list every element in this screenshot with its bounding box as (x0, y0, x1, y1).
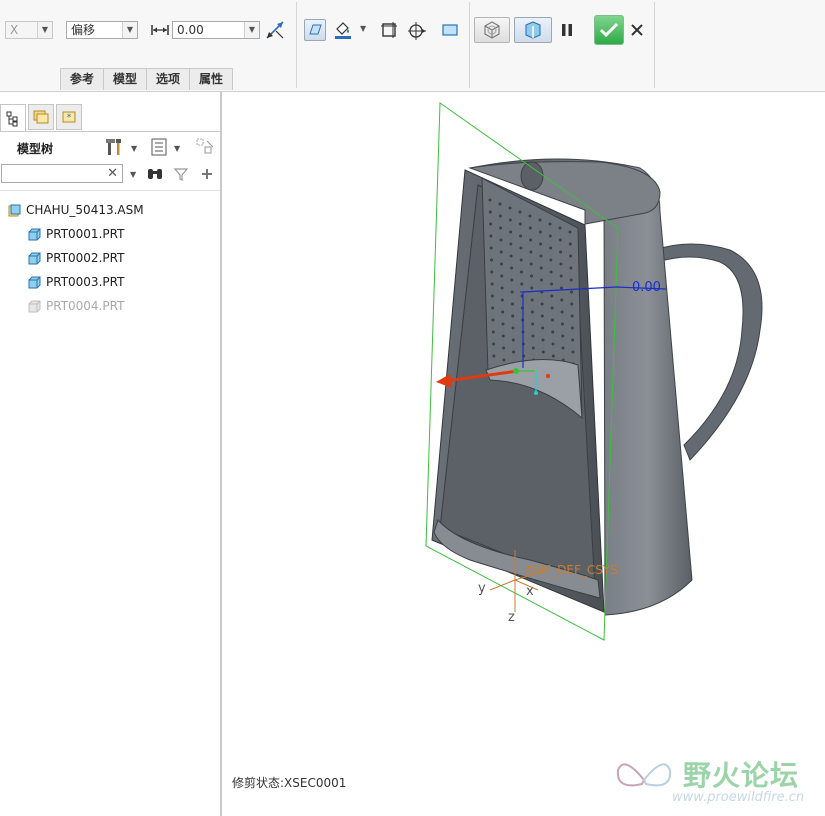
tree-item-label: PRT0004.PRT (46, 299, 125, 313)
model-canvas (425, 102, 763, 641)
csys-label: ASM_DEF_CSYS (525, 563, 618, 577)
toolbar-separator (296, 2, 297, 88)
tab-model-tree[interactable] (0, 104, 26, 132)
svg-text:*: * (67, 113, 72, 123)
assembly-icon (8, 204, 21, 216)
triad-point (534, 391, 538, 395)
tree-item-part-suppressed[interactable]: PRT0004.PRT (28, 297, 124, 315)
status-message: 修剪状态:XSEC0001 (232, 776, 347, 790)
toolbar-separator (654, 2, 655, 88)
folder-icon (33, 110, 49, 124)
flip-direction-icon[interactable] (264, 19, 286, 41)
chevron-down-icon: ▼ (122, 22, 137, 38)
cap-surface-icon[interactable] (304, 19, 326, 41)
tree-item-label: PRT0001.PRT (46, 227, 125, 241)
butterfly-logo (616, 763, 672, 787)
offset-value-input[interactable]: 0.00 ▼ (172, 21, 260, 39)
chevron-down-icon: ▼ (244, 22, 259, 38)
dashboard-tabs: 参考 模型 选项 属性 (60, 68, 234, 90)
tree-search-input[interactable]: ✕ (1, 164, 123, 183)
tree-item-label: CHAHU_50413.ASM (26, 203, 144, 217)
offset-value-text: 0.00 (177, 23, 204, 37)
toolbar-separator (469, 2, 470, 88)
drag-arrow-head (436, 374, 452, 388)
filter-icon[interactable] (170, 163, 192, 185)
part-icon (28, 228, 41, 240)
tree-columns-icon[interactable] (194, 136, 216, 158)
tree-item-part[interactable]: PRT0001.PRT (28, 225, 124, 243)
panel-tab-divider (0, 131, 220, 132)
chevron-down-icon[interactable]: ▼ (130, 170, 136, 179)
tab-model[interactable]: 模型 (103, 68, 148, 90)
chevron-down-icon[interactable]: ▼ (360, 24, 366, 33)
feature-preview-icon[interactable] (514, 17, 552, 43)
cancel-close-icon[interactable] (626, 19, 648, 41)
add-plus-icon[interactable] (196, 163, 218, 185)
preview-window-icon[interactable] (439, 19, 461, 41)
csys-axis-z-label: z (508, 610, 515, 625)
confirm-check-icon[interactable] (594, 15, 624, 45)
axis-select-value: X (10, 23, 19, 37)
tree-item-part[interactable]: PRT0002.PRT (28, 249, 124, 267)
offset-distance-icon (149, 19, 171, 41)
tab-folder-browser[interactable] (28, 104, 54, 130)
tab-references[interactable]: 参考 (60, 68, 105, 90)
csys-axis-x-label: x (526, 584, 534, 599)
tree-divider (0, 190, 220, 191)
tab-options[interactable]: 选项 (146, 68, 191, 90)
hatch-pattern-icon[interactable] (378, 19, 400, 41)
show-list-icon[interactable] (148, 136, 170, 158)
model-tree-title: 模型树 (17, 142, 54, 156)
chevron-down-icon: ▼ (37, 22, 52, 38)
model-tree-icon (6, 111, 18, 126)
clear-search-icon[interactable]: ✕ (107, 165, 118, 182)
dimension-value-label[interactable]: 0.00 (632, 280, 661, 295)
tree-item-label: PRT0002.PRT (46, 251, 125, 265)
type-select-value: 偏移 (71, 23, 96, 37)
lid-knob (520, 161, 544, 191)
tab-properties[interactable]: 属性 (189, 68, 234, 90)
chevron-down-icon[interactable]: ▼ (174, 144, 180, 153)
watermark-url: www.proewildfire.cn (672, 790, 805, 805)
part-icon (28, 276, 41, 288)
pause-icon[interactable] (556, 19, 578, 41)
dashboard-toolbar: X ▼ 偏移 ▼ 0.00 ▼ ▼ 参考 模型 选项 属性 (0, 0, 825, 92)
navigator-panel: * 模型树 ▼ ▼ ✕ ▼ CHAHU_50413.ASM PRT0001.PR… (0, 92, 222, 816)
part-icon (28, 252, 41, 264)
watermark-title: 野火论坛 (683, 759, 800, 792)
graphics-viewport[interactable]: 0.00 ASM_DEF_CSYS y x z (222, 92, 825, 816)
verify-model-icon[interactable] (474, 17, 510, 43)
clip-origin-icon[interactable] (406, 19, 428, 41)
find-binoculars-icon[interactable] (144, 163, 166, 185)
part-icon (28, 300, 41, 312)
tree-item-part[interactable]: PRT0003.PRT (28, 273, 124, 291)
settings-tools-icon[interactable] (104, 136, 126, 158)
fill-color-icon[interactable] (332, 18, 354, 40)
triad-red-point (546, 374, 550, 378)
tree-item-assembly[interactable]: CHAHU_50413.ASM (8, 201, 144, 219)
tree-item-label: PRT0003.PRT (46, 275, 125, 289)
csys-axis-y-label: y (478, 581, 486, 596)
favorites-icon: * (62, 111, 76, 123)
chevron-down-icon[interactable]: ▼ (131, 144, 137, 153)
type-select[interactable]: 偏移 ▼ (66, 21, 138, 39)
tab-favorites[interactable]: * (56, 104, 82, 130)
axis-select[interactable]: X ▼ (5, 21, 53, 39)
